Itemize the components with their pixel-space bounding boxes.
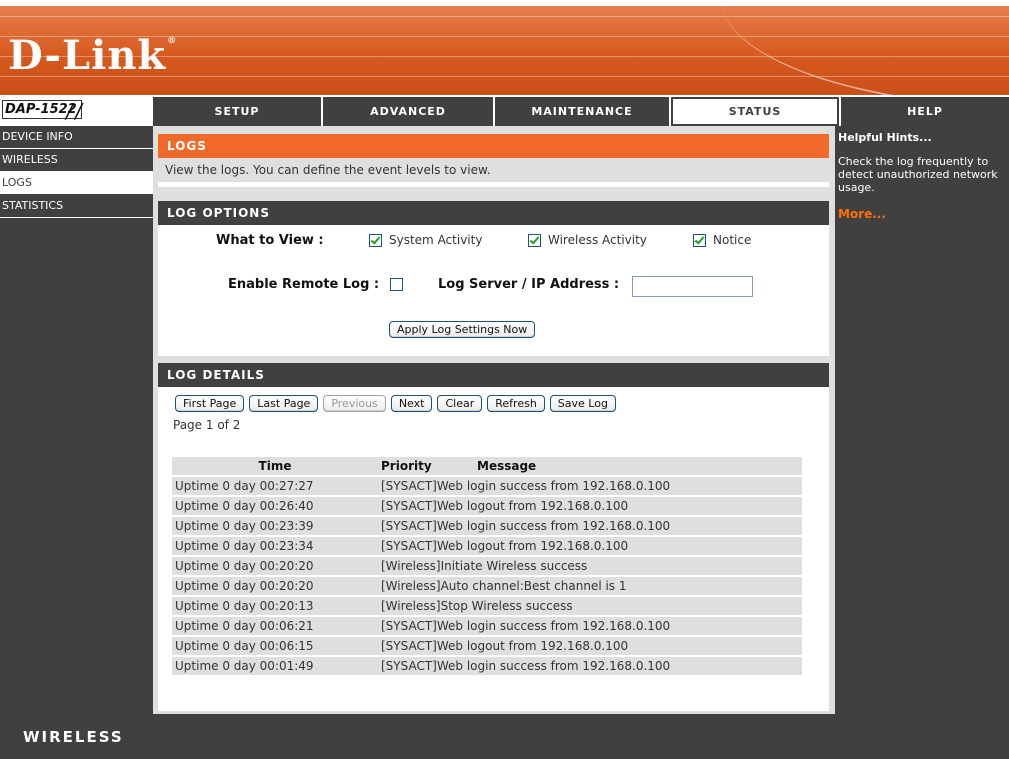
notice-option[interactable]: Notice [693,233,751,247]
log-message-cell: [Wireless]Initiate Wireless success [378,557,802,575]
what-to-view-label: What to View : [216,233,324,248]
last-page-button[interactable]: Last Page [249,395,319,412]
table-row: Uptime 0 day 00:20:20 [Wireless]Auto chan… [172,577,802,595]
log-time-cell: Uptime 0 day 00:06:21 [172,617,378,635]
main-content: LOGS View the logs. You can define the e… [153,126,835,714]
log-options-section: LOG OPTIONS What to View : System Activi… [158,201,829,356]
enable-remote-log-checkbox[interactable] [390,278,403,291]
first-page-button[interactable]: First Page [175,395,245,412]
helpful-hints-panel: Helpful Hints... Check the log frequentl… [835,126,1009,714]
notice-checkbox[interactable] [693,233,706,247]
sidebar-item-device-info[interactable]: DEVICE INFO [0,126,153,149]
log-details-title: LOG DETAILS [158,363,829,387]
table-row: Uptime 0 day 00:26:40 [SYSACT]Web logout … [172,497,802,515]
log-time-cell: Uptime 0 day 00:20:20 [172,577,378,595]
table-row: Uptime 0 day 00:06:15 [SYSACT]Web logout … [172,637,802,655]
log-time-cell: Uptime 0 day 00:23:34 [172,537,378,555]
time-column-header: Time [172,457,378,475]
table-row: Uptime 0 day 00:20:20 [Wireless]Initiate … [172,557,802,575]
notice-label: Notice [713,233,752,247]
log-message-cell: [SYSACT]Web login success from 192.168.0… [378,657,802,675]
log-time-cell: Uptime 0 day 00:23:39 [172,517,378,535]
logs-title: LOGS [158,134,829,158]
table-row: Uptime 0 day 00:01:49 [SYSACT]Web login s… [172,657,802,675]
log-message-cell: [SYSACT]Web login success from 192.168.0… [378,617,802,635]
system-activity-option[interactable]: System Activity [369,233,482,247]
table-row: Uptime 0 day 00:27:27 [SYSACT]Web login s… [172,477,802,495]
log-table: Time Priority Message Uptime 0 day 00:27… [172,455,802,677]
log-time-cell: Uptime 0 day 00:27:27 [172,477,378,495]
page-info: Page 1 of 2 [173,418,241,432]
brand-logo: D-Link® [8,32,178,79]
clear-button[interactable]: Clear [437,395,483,412]
enable-remote-log-label: Enable Remote Log : [228,277,380,292]
tab-status[interactable]: STATUS [671,97,839,126]
logs-description: View the logs. You can define the event … [158,158,829,182]
log-pager-toolbar: First Page Last Page Previous Next Clear… [175,395,616,412]
sidebar-item-statistics[interactable]: STATISTICS [0,195,153,218]
table-row: Uptime 0 day 00:20:13 [Wireless]Stop Wire… [172,597,802,615]
table-row: Uptime 0 day 00:23:39 [SYSACT]Web login s… [172,517,802,535]
log-time-cell: Uptime 0 day 00:20:13 [172,597,378,615]
logs-section: LOGS View the logs. You can define the e… [158,134,829,187]
tab-setup[interactable]: SETUP [153,97,321,126]
sidebar-item-wireless[interactable]: WIRELESS [0,149,153,172]
log-options-title: LOG OPTIONS [158,201,829,225]
log-time-cell: Uptime 0 day 00:01:49 [172,657,378,675]
priority-column-header: Priority [378,457,474,475]
top-nav: DAP-1522 / / SETUP ADVANCED MAINTENANCE … [0,97,1009,126]
message-column-header: Message [474,457,802,475]
log-message-cell: [Wireless]Auto channel:Best channel is 1 [378,577,802,595]
log-table-header: Time Priority Message [172,457,802,475]
log-time-cell: Uptime 0 day 00:06:15 [172,637,378,655]
footer-wireless-logo: WIRELESS [23,728,124,746]
log-time-cell: Uptime 0 day 00:20:20 [172,557,378,575]
next-button[interactable]: Next [390,395,433,412]
log-message-cell: [SYSACT]Web logout from 192.168.0.100 [378,637,802,655]
footer: WIRELESS [0,714,1009,759]
log-message-cell: [SYSACT]Web login success from 192.168.0… [378,517,802,535]
tab-advanced[interactable]: ADVANCED [323,97,493,126]
log-message-cell: [Wireless]Stop Wireless success [378,597,802,615]
wireless-activity-option[interactable]: Wireless Activity [528,233,647,247]
table-row: Uptime 0 day 00:23:34 [SYSACT]Web logout … [172,537,802,555]
log-message-cell: [SYSACT]Web logout from 192.168.0.100 [378,497,802,515]
save-log-button[interactable]: Save Log [549,395,616,412]
wireless-activity-checkbox[interactable] [528,233,541,247]
router-admin-page: D-Link® DAP-1522 / / SETUP ADVANCED MAIN… [0,0,1009,759]
log-message-cell: [SYSACT]Web logout from 192.168.0.100 [378,537,802,555]
apply-log-settings-button[interactable]: Apply Log Settings Now [389,321,536,338]
hints-title: Helpful Hints... [838,131,932,144]
model-label: DAP-1522 / / [0,97,153,126]
hints-text: Check the log frequently to detect unaut… [838,155,998,194]
more-link[interactable]: More... [835,194,1009,221]
header-banner: D-Link® [0,0,1009,97]
previous-button[interactable]: Previous [323,395,386,412]
system-activity-label: System Activity [389,233,483,247]
tab-maintenance[interactable]: MAINTENANCE [495,97,669,126]
slash-decoration: / / [66,99,82,123]
left-sidebar: DEVICE INFO WIRELESS LOGS STATISTICS [0,126,153,714]
tab-help[interactable]: HELP [841,97,1009,126]
table-row: Uptime 0 day 00:06:21 [SYSACT]Web login s… [172,617,802,635]
wireless-activity-label: Wireless Activity [548,233,647,247]
log-message-cell: [SYSACT]Web login success from 192.168.0… [378,477,802,495]
log-server-label: Log Server / IP Address : [438,277,620,292]
refresh-button[interactable]: Refresh [487,395,545,412]
sidebar-item-logs[interactable]: LOGS [0,172,153,195]
log-time-cell: Uptime 0 day 00:26:40 [172,497,378,515]
system-activity-checkbox[interactable] [369,233,382,247]
log-server-ip-input[interactable] [632,276,753,297]
